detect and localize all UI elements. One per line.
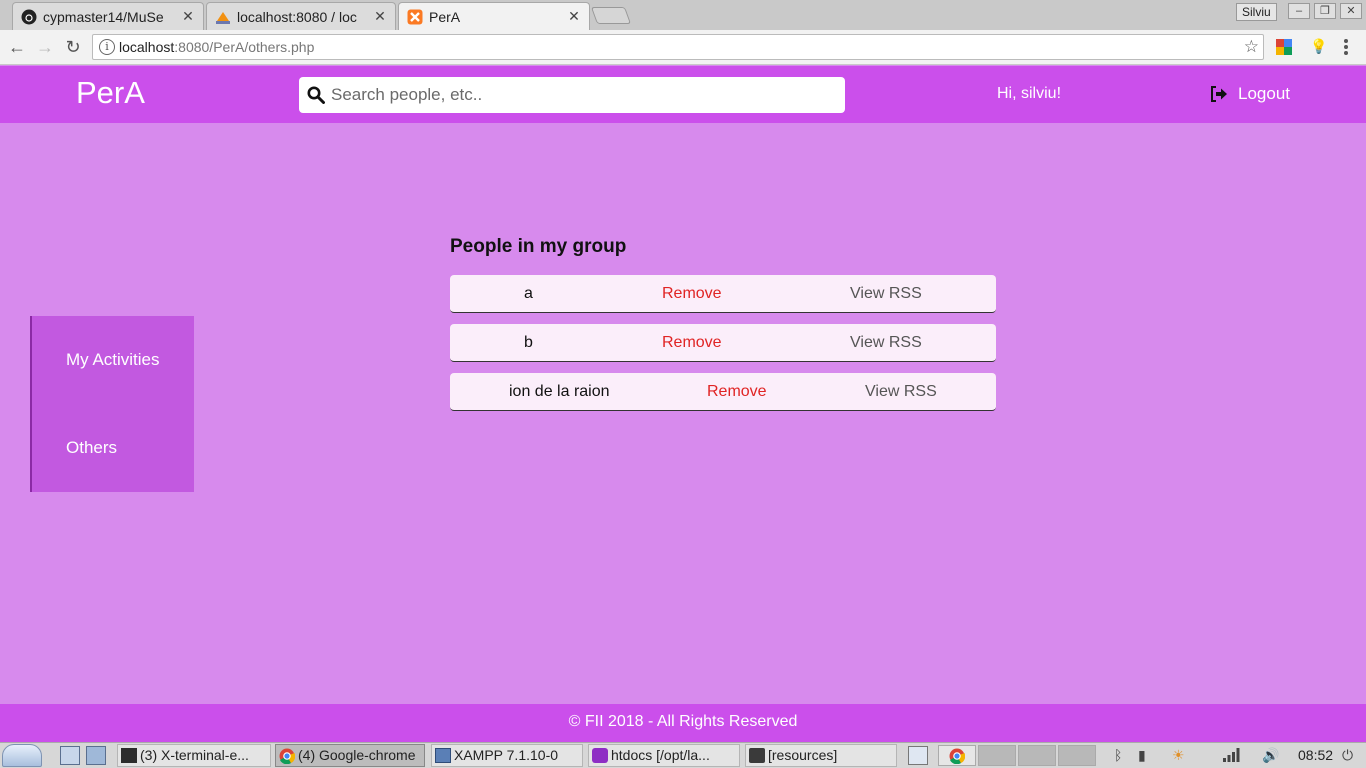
restore-icon[interactable]: ❐ xyxy=(1314,3,1336,19)
close-icon[interactable]: ✕ xyxy=(567,8,581,25)
taskbar-item-xampp[interactable]: XAMPP 7.1.10-0 xyxy=(431,744,583,767)
remove-button[interactable]: Remove xyxy=(707,383,767,401)
section-title: People in my group xyxy=(450,236,627,257)
window-icon[interactable] xyxy=(908,746,928,765)
search-box xyxy=(299,77,845,113)
battery-icon[interactable]: ▮ xyxy=(1138,747,1146,764)
user-greeting: Hi, silviu! xyxy=(997,85,1062,102)
taskbar-item-label: XAMPP 7.1.10-0 xyxy=(454,747,559,763)
workspace-icon[interactable] xyxy=(86,746,106,765)
minimize-icon[interactable]: – xyxy=(1288,3,1310,19)
list-item: b Remove View RSS xyxy=(450,324,996,362)
reload-icon[interactable]: ↻ xyxy=(62,36,84,58)
taskbar-item-label: htdocs [/opt/la... xyxy=(611,747,710,763)
taskbar-item-terminal[interactable]: (3) X-terminal-e... xyxy=(117,744,271,767)
person-name: a xyxy=(524,285,533,302)
tab-title: localhost:8080 / loc xyxy=(237,8,357,25)
remove-button[interactable]: Remove xyxy=(662,285,722,303)
back-arrow-icon[interactable]: ← xyxy=(6,36,28,58)
view-rss-link[interactable]: View RSS xyxy=(850,334,922,352)
start-menu-button[interactable] xyxy=(2,744,42,767)
clock[interactable]: 08:52 xyxy=(1298,747,1333,763)
taskbar-item-chrome[interactable]: (4) Google-chrome xyxy=(275,744,425,767)
tab-github[interactable]: cypmaster14/MuSe ✕ xyxy=(12,2,204,30)
sidebar-item-others[interactable]: Others xyxy=(66,438,117,458)
network-signal-icon[interactable] xyxy=(1222,747,1240,763)
folder-icon xyxy=(749,748,765,763)
view-rss-link[interactable]: View RSS xyxy=(850,285,922,303)
workspace-3[interactable] xyxy=(1018,745,1056,766)
taskbar-item-label: (4) Google-chrome xyxy=(298,747,416,763)
taskbar-item-label: (3) X-terminal-e... xyxy=(140,747,249,763)
person-name: ion de la raion xyxy=(509,383,610,400)
taskbar-item-folder[interactable]: [resources] xyxy=(745,744,897,767)
profile-badge[interactable]: Silviu xyxy=(1236,3,1277,21)
browser-toolbar: ← → ↻ i localhost:8080/PerA/others.php ☆… xyxy=(0,30,1366,65)
app-footer: © FII 2018 - All Rights Reserved xyxy=(0,704,1366,742)
bookmark-star-icon[interactable]: ☆ xyxy=(1244,37,1259,57)
workspace-4[interactable] xyxy=(1058,745,1096,766)
bluetooth-icon[interactable]: ᛒ xyxy=(1114,747,1122,763)
search-input[interactable] xyxy=(331,80,831,110)
close-icon[interactable]: ✕ xyxy=(373,8,387,25)
volume-icon[interactable]: 🔊 xyxy=(1262,747,1279,764)
window-icon xyxy=(435,748,451,763)
list-item: a Remove View RSS xyxy=(450,275,996,313)
workspace-2[interactable] xyxy=(978,745,1016,766)
taskbar-item-phpstorm[interactable]: htdocs [/opt/la... xyxy=(588,744,740,767)
close-icon[interactable]: ✕ xyxy=(181,8,195,25)
url-text: localhost:8080/PerA/others.php xyxy=(119,39,314,55)
taskbar-item-label: [resources] xyxy=(768,747,838,763)
tab-title: PerA xyxy=(429,8,461,25)
tab-pera[interactable]: PerA ✕ xyxy=(398,2,590,30)
url-path: :8080/PerA/others.php xyxy=(174,39,315,55)
xampp-icon xyxy=(407,9,423,25)
info-icon[interactable]: i xyxy=(99,39,115,55)
copyright-icon: © xyxy=(568,713,581,730)
app-header: PerA Hi, silviu! Logout xyxy=(0,66,1366,123)
url-host: localhost xyxy=(119,39,175,55)
extension-icon[interactable] xyxy=(1276,39,1292,55)
browser-tabstrip: cypmaster14/MuSe ✕ localhost:8080 / loc … xyxy=(0,0,1366,30)
workspace-1[interactable] xyxy=(938,745,976,766)
phpstorm-icon xyxy=(592,748,608,763)
footer-text: FII 2018 - All Rights Reserved xyxy=(584,713,798,730)
show-desktop-icon[interactable] xyxy=(60,746,80,765)
address-bar[interactable]: i localhost:8080/PerA/others.php ☆ xyxy=(92,34,1264,60)
brand-logo[interactable]: PerA xyxy=(76,75,145,111)
chrome-icon xyxy=(279,748,296,765)
github-icon xyxy=(21,9,37,25)
chrome-menu-icon[interactable] xyxy=(1344,39,1348,55)
search-icon xyxy=(307,86,325,104)
list-item: ion de la raion Remove View RSS xyxy=(450,373,996,411)
sidebar: My Activities Others xyxy=(30,316,194,492)
forward-arrow-icon[interactable]: → xyxy=(34,36,56,58)
logout-button[interactable]: Logout xyxy=(1210,84,1290,104)
logout-icon xyxy=(1211,86,1227,102)
window-close-icon[interactable]: ✕ xyxy=(1340,3,1362,19)
sidebar-item-my-activities[interactable]: My Activities xyxy=(66,350,160,370)
os-taskbar: (3) X-terminal-e... (4) Google-chrome XA… xyxy=(0,742,1366,768)
person-name: b xyxy=(524,334,533,351)
remove-button[interactable]: Remove xyxy=(662,334,722,352)
weather-icon[interactable]: ☀ xyxy=(1172,747,1185,764)
tab-title: cypmaster14/MuSe xyxy=(43,8,164,25)
logout-label: Logout xyxy=(1238,84,1290,103)
lightbulb-icon[interactable]: 💡 xyxy=(1310,38,1327,55)
view-rss-link[interactable]: View RSS xyxy=(865,383,937,401)
tab-phpmyadmin[interactable]: localhost:8080 / loc ✕ xyxy=(206,2,396,30)
terminal-icon xyxy=(121,748,137,763)
phpmyadmin-icon xyxy=(215,9,231,25)
new-tab-button[interactable] xyxy=(590,7,632,24)
power-icon[interactable]: ⏻ xyxy=(1342,747,1353,764)
